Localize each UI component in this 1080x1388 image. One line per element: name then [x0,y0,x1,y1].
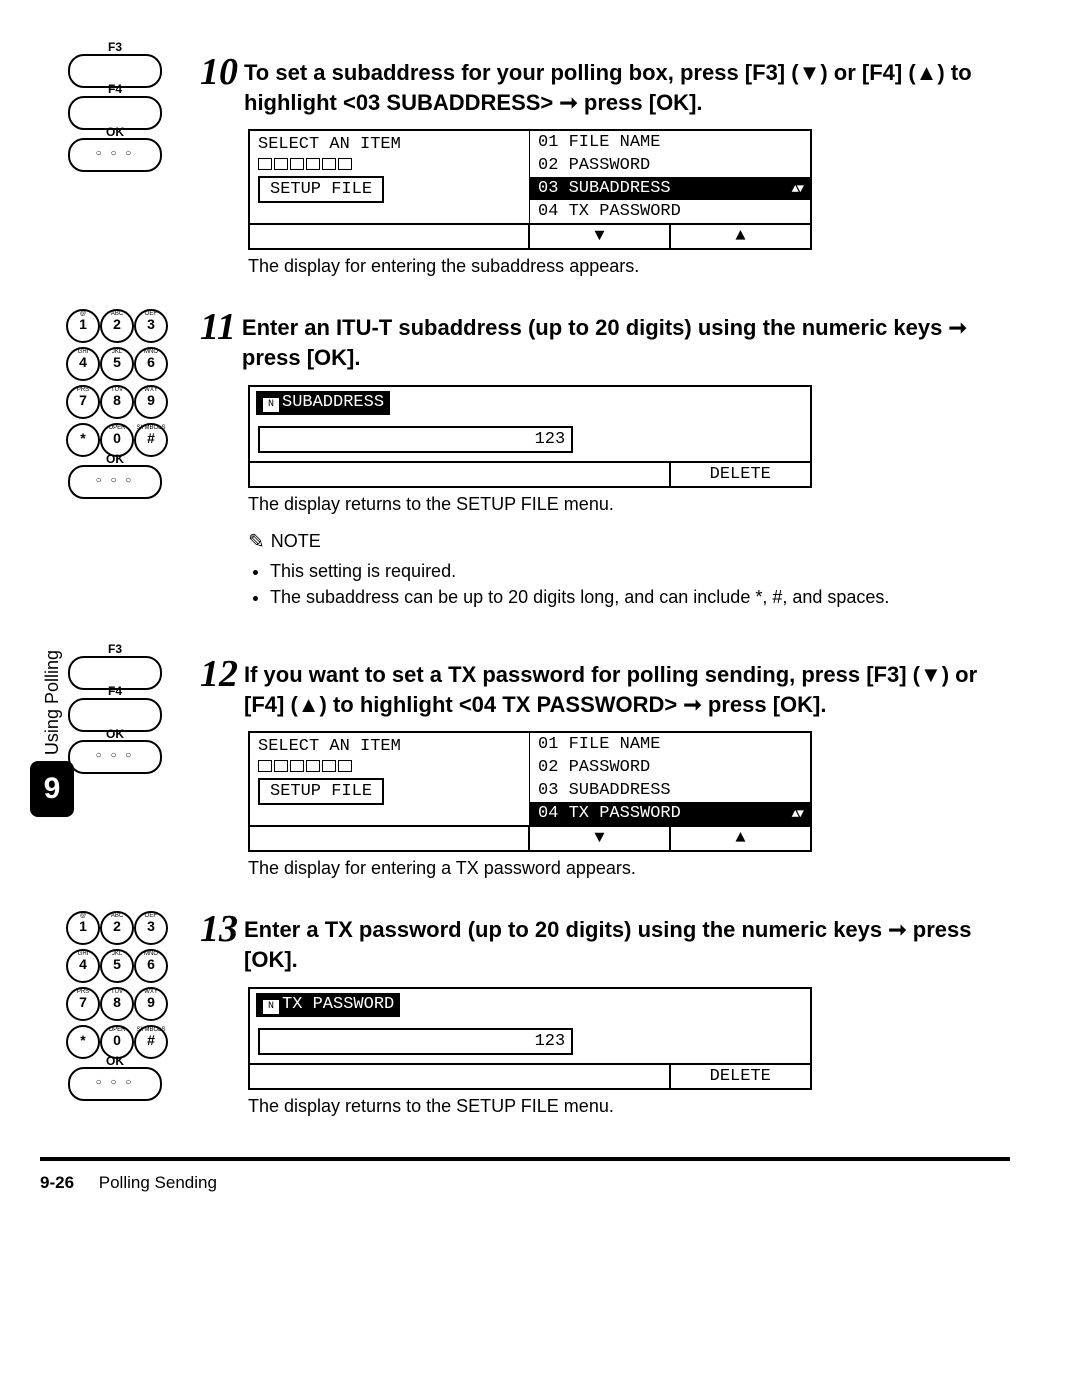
key-2: ABC2 [100,911,134,945]
step-caption: The display returns to the SETUP FILE me… [248,494,1010,515]
key-4: GHI4 [66,347,100,381]
step-title: Enter an ITU-T subaddress (up to 20 digi… [242,305,1010,372]
lcd-option: 02 PASSWORD [530,756,810,779]
lcd-header: NTX PASSWORD [256,993,400,1017]
footer-section: Polling Sending [99,1173,217,1192]
key-8: TUV8 [100,987,134,1021]
key-1: @1 [66,309,100,343]
lcd-option: 01 FILE NAME [530,733,810,756]
lcd-down-icon: ▼ [530,225,671,248]
lcd-option: 04 TX PASSWORD [530,200,810,223]
lcd-up-icon: ▲ [671,827,810,850]
ok-key: OK○ ○ ○ [68,740,162,774]
lcd-option-selected: 04 TX PASSWORD▲▼ [530,802,810,825]
step-10: F3 F4 OK○ ○ ○ 10 To set a subaddress for… [40,50,1010,277]
lcd-left-box: SETUP FILE [258,176,384,203]
lcd-option: 03 SUBADDRESS [530,779,810,802]
lcd-header: NSUBADDRESS [256,391,390,415]
pencil-icon: ✎ [248,529,265,554]
step-title: To set a subaddress for your polling box… [244,50,1010,117]
step-11: @1 ABC2 DEF3 GHI4 JKL5 MNO6 PRS7 TUV8 WX… [40,305,1010,624]
step-12: F3 F4 OK○ ○ ○ 12 If you want to set a TX… [40,652,1010,879]
numeric-keypad-illustration: @1 ABC2 DEF3 GHI4 JKL5 MNO6 PRS7 TUV8 WX… [66,309,164,457]
lcd-bottom-spacer [250,1065,671,1088]
lcd-delete-label: DELETE [671,463,811,486]
lcd-screen-13: NTX PASSWORD 123 DELETE [248,987,812,1090]
key-5: JKL5 [100,949,134,983]
lcd-input-value: 123 [258,1028,573,1055]
lcd-bottom-spacer [250,463,671,486]
step-number: 12 [200,652,238,696]
step-number: 10 [200,50,238,94]
side-tab-label: Using Polling [42,650,63,755]
key-9: WXY9 [134,385,168,419]
step-caption: The display returns to the SETUP FILE me… [248,1096,1010,1117]
lcd-option: 02 PASSWORD [530,154,810,177]
key-1: @1 [66,911,100,945]
step-caption: The display for entering a TX password a… [248,858,1010,879]
lcd-down-icon: ▼ [530,827,671,850]
key-7: PRS7 [66,987,100,1021]
fkey-illustration: F3 F4 OK○ ○ ○ [68,54,162,172]
page-number: 9-26 [40,1173,74,1192]
lcd-up-icon: ▲ [671,225,810,248]
lcd-screen-10: SELECT AN ITEM SETUP FILE 01 FILE NAME 0… [248,129,812,250]
ok-key: OK○ ○ ○ [68,138,162,172]
lcd-left-box: SETUP FILE [258,778,384,805]
side-tab-number: 9 [30,761,74,817]
page-footer: 9-26 Polling Sending [40,1157,1010,1193]
key-5: JKL5 [100,347,134,381]
ok-key: OK○ ○ ○ [68,1067,162,1101]
step-13: @1 ABC2 DEF3 GHI4 JKL5 MNO6 PRS7 TUV8 WX… [40,907,1010,1116]
key-6: MNO6 [134,347,168,381]
note-item: The subaddress can be up to 20 digits lo… [270,584,1010,610]
step-caption: The display for entering the subaddress … [248,256,1010,277]
key-9: WXY9 [134,987,168,1021]
lcd-left-title: SELECT AN ITEM [258,135,521,154]
key-2: ABC2 [100,309,134,343]
lcd-left-title: SELECT AN ITEM [258,737,521,756]
key-4: GHI4 [66,949,100,983]
progress-indicator [258,760,521,772]
ok-key: OK○ ○ ○ [68,465,162,499]
step-title: If you want to set a TX password for pol… [244,652,1010,719]
step-number: 13 [200,907,238,951]
lcd-option-selected: 03 SUBADDRESS▲▼ [530,177,810,200]
key-3: DEF3 [134,911,168,945]
lcd-delete-label: DELETE [671,1065,811,1088]
lcd-screen-12: SELECT AN ITEM SETUP FILE 01 FILE NAME 0… [248,731,812,852]
lcd-bottom-spacer [250,827,530,850]
lcd-option: 01 FILE NAME [530,131,810,154]
step-title: Enter a TX password (up to 20 digits) us… [244,907,1010,974]
key-8: TUV8 [100,385,134,419]
note-item: This setting is required. [270,558,1010,584]
note-header: ✎NOTE [248,529,1010,554]
key-6: MNO6 [134,949,168,983]
lcd-input-value: 123 [258,426,573,453]
input-mode-icon: N [262,999,280,1015]
note-block: ✎NOTE This setting is required. The suba… [248,529,1010,610]
fkey-illustration: F3 F4 OK○ ○ ○ [68,656,162,774]
step-number: 11 [200,305,236,349]
numeric-keypad-illustration: @1 ABC2 DEF3 GHI4 JKL5 MNO6 PRS7 TUV8 WX… [66,911,164,1059]
key-3: DEF3 [134,309,168,343]
lcd-bottom-spacer [250,225,530,248]
key-7: PRS7 [66,385,100,419]
input-mode-icon: N [262,397,280,413]
progress-indicator [258,158,521,170]
lcd-screen-11: NSUBADDRESS 123 DELETE [248,385,812,488]
